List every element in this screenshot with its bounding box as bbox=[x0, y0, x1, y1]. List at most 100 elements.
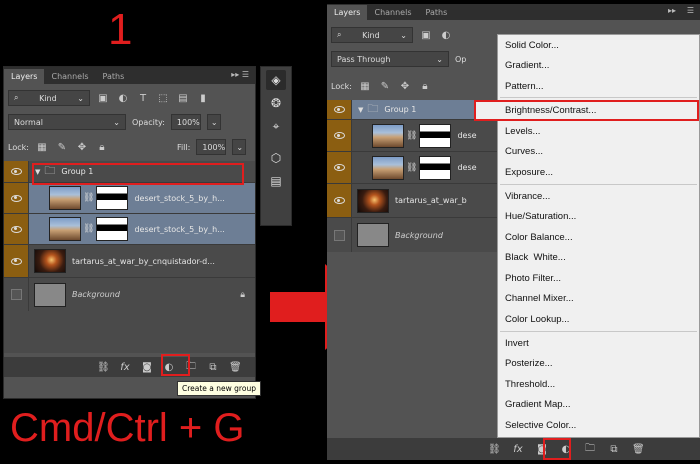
lock-brush-icon[interactable]: ✎ bbox=[378, 79, 392, 93]
menu-item-curves[interactable]: Curves... bbox=[498, 142, 699, 163]
new-layer-icon[interactable]: ⧉ bbox=[608, 444, 620, 455]
menu-item-threshold[interactable]: Threshold... bbox=[498, 374, 699, 395]
filter-toggle-icon[interactable]: ▮ bbox=[196, 91, 210, 105]
eye-icon bbox=[333, 106, 345, 113]
fill-input[interactable]: 100% bbox=[196, 139, 227, 155]
visibility-toggle[interactable] bbox=[4, 161, 29, 182]
filter-pixel-icon[interactable]: ▣ bbox=[96, 91, 110, 105]
panel-menu-icon[interactable]: ☰ bbox=[687, 6, 694, 15]
visibility-toggle[interactable] bbox=[327, 184, 352, 217]
menu-item-exposure[interactable]: Exposure... bbox=[498, 162, 699, 183]
filter-shape-icon[interactable]: ⬚ bbox=[156, 91, 170, 105]
visibility-toggle[interactable] bbox=[327, 152, 352, 183]
layer-desert-1[interactable]: ⛓ desert_stock_5_by_h... bbox=[4, 183, 255, 214]
menu-item-selective-color[interactable]: Selective Color... bbox=[498, 415, 699, 436]
trash-icon[interactable]: 🗑︎ bbox=[229, 362, 242, 373]
menu-item-color-lookup[interactable]: Color Lookup... bbox=[498, 309, 699, 330]
expand-triangle-icon[interactable]: ▼ bbox=[358, 106, 363, 114]
3d-icon[interactable]: ⬡ bbox=[266, 148, 286, 168]
lock-transparent-icon[interactable]: ▦ bbox=[358, 79, 372, 93]
filter-adjustment-icon[interactable]: ◐ bbox=[116, 91, 130, 105]
layer-desert-1[interactable]: ⛓ dese bbox=[327, 120, 497, 152]
filter-adjustment-icon[interactable]: ◐ bbox=[439, 28, 453, 42]
blend-mode-select[interactable]: Normal ⌄ bbox=[8, 114, 126, 130]
new-layer-icon[interactable]: ⧉ bbox=[207, 362, 219, 373]
paths-icon[interactable]: ⌖ bbox=[266, 116, 286, 136]
filter-pixel-icon[interactable]: ▣ bbox=[419, 28, 433, 42]
folder-icon[interactable]: 🗀 bbox=[584, 441, 596, 458]
chevron-down-icon: ⌄ bbox=[77, 93, 84, 103]
blend-mode-value: Pass Through bbox=[337, 54, 391, 64]
visibility-toggle[interactable] bbox=[327, 100, 352, 119]
menu-item-channel-mixer[interactable]: Channel Mixer... bbox=[498, 289, 699, 310]
menu-item-photo-filter[interactable]: Photo Filter... bbox=[498, 268, 699, 289]
visibility-toggle[interactable] bbox=[327, 218, 352, 252]
menu-item-gradient[interactable]: Gradient... bbox=[498, 56, 699, 77]
properties-icon[interactable]: ▤ bbox=[266, 171, 286, 191]
layer-mask-thumbnail[interactable] bbox=[419, 155, 452, 180]
menu-item-black-white[interactable]: Black White... bbox=[498, 248, 699, 269]
menu-item-invert[interactable]: Invert bbox=[498, 333, 699, 354]
tab-layers[interactable]: Layers bbox=[4, 69, 45, 84]
visibility-toggle[interactable] bbox=[4, 183, 29, 213]
menu-item-posterize[interactable]: Posterize... bbox=[498, 354, 699, 375]
layers-icon[interactable]: ◈ bbox=[266, 70, 286, 90]
filter-kind-select[interactable]: ⌕ Kind ⌄ bbox=[8, 90, 90, 106]
layer-desert-2[interactable]: ⛓ desert_stock_5_by_h... bbox=[4, 214, 255, 245]
layer-mask-thumbnail[interactable] bbox=[96, 217, 129, 241]
fx-icon[interactable]: fx bbox=[512, 444, 524, 455]
menu-item-brightness-contrast[interactable]: Brightness/Contrast... bbox=[474, 100, 699, 121]
panel-menu-icon[interactable]: ▸▸ ☰ bbox=[231, 70, 249, 79]
collapse-icon[interactable]: ▸▸ bbox=[668, 6, 676, 15]
tab-paths[interactable]: Paths bbox=[419, 5, 455, 20]
filter-type-icon[interactable]: T bbox=[136, 91, 150, 105]
menu-item-color-balance[interactable]: Color Balance... bbox=[498, 227, 699, 248]
lock-all-icon[interactable]: 🔒︎ bbox=[418, 79, 432, 93]
lock-brush-icon[interactable]: ✎ bbox=[55, 140, 69, 154]
trash-icon[interactable]: 🗑︎ bbox=[632, 444, 645, 455]
menu-item-pattern[interactable]: Pattern... bbox=[498, 76, 699, 97]
tab-channels[interactable]: Channels bbox=[44, 69, 95, 84]
visibility-toggle[interactable] bbox=[4, 214, 29, 244]
blend-mode-select[interactable]: Pass Through ⌄ bbox=[331, 51, 449, 67]
visibility-toggle[interactable] bbox=[4, 278, 29, 311]
chain-link-icon[interactable]: ⛓ bbox=[83, 193, 94, 203]
layer-mask-thumbnail[interactable] bbox=[96, 186, 129, 210]
opacity-input[interactable]: 100% bbox=[170, 114, 201, 130]
layer-mask-thumbnail[interactable] bbox=[419, 123, 452, 148]
opacity-label: Opacity: bbox=[132, 117, 165, 127]
layer-group-1[interactable]: ▼ 🗀 Group 1 bbox=[327, 100, 497, 120]
lock-transparent-icon[interactable]: ▦ bbox=[35, 140, 49, 154]
menu-item-gradient-map[interactable]: Gradient Map... bbox=[498, 395, 699, 416]
layer-tartarus[interactable]: tartarus_at_war_b bbox=[327, 184, 497, 218]
fx-icon[interactable]: fx bbox=[119, 362, 131, 373]
link-icon[interactable]: ⛓ bbox=[97, 362, 110, 373]
menu-item-vibrance[interactable]: Vibrance... bbox=[498, 186, 699, 207]
layer-name: desert_stock_5_by_h... bbox=[134, 224, 225, 234]
menu-item-solid-color[interactable]: Solid Color... bbox=[498, 35, 699, 56]
chain-link-icon[interactable]: ⛓ bbox=[406, 131, 417, 141]
layer-tartarus[interactable]: tartarus_at_war_by_cnquistador-d... bbox=[4, 245, 255, 278]
opacity-dropdown[interactable]: ⌄ bbox=[206, 114, 221, 130]
layer-background[interactable]: Background bbox=[327, 218, 497, 252]
link-icon[interactable]: ⛓ bbox=[488, 444, 501, 455]
fill-dropdown[interactable]: ⌄ bbox=[232, 139, 247, 155]
mask-icon[interactable]: ◙ bbox=[141, 362, 153, 373]
layer-desert-2[interactable]: ⛓ dese bbox=[327, 152, 497, 184]
tab-paths[interactable]: Paths bbox=[96, 69, 132, 84]
chain-link-icon[interactable]: ⛓ bbox=[406, 163, 417, 173]
channels-icon[interactable]: ❂ bbox=[266, 93, 286, 113]
lock-move-icon[interactable]: ✥ bbox=[398, 79, 412, 93]
visibility-toggle[interactable] bbox=[4, 245, 29, 277]
menu-item-hue-saturation[interactable]: Hue/Saturation... bbox=[498, 207, 699, 228]
filter-smart-object-icon[interactable]: ▤ bbox=[176, 91, 190, 105]
chain-link-icon[interactable]: ⛓ bbox=[83, 224, 94, 234]
lock-move-icon[interactable]: ✥ bbox=[75, 140, 89, 154]
visibility-toggle[interactable] bbox=[327, 120, 352, 151]
lock-all-icon[interactable]: 🔒︎ bbox=[95, 140, 109, 154]
filter-kind-select[interactable]: ⌕ Kind ⌄ bbox=[331, 27, 413, 43]
menu-item-levels[interactable]: Levels... bbox=[498, 121, 699, 142]
tab-channels[interactable]: Channels bbox=[367, 5, 418, 20]
tab-layers[interactable]: Layers bbox=[327, 5, 368, 20]
layer-background[interactable]: Background 🔒︎ bbox=[4, 278, 255, 311]
